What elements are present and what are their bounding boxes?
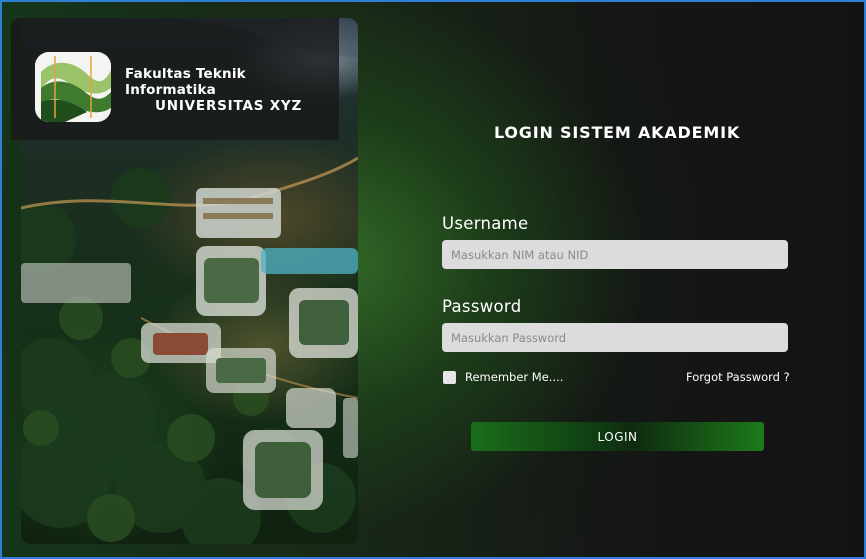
password-label: Password — [442, 297, 522, 316]
remember-label: Remember Me.... — [465, 370, 564, 384]
university-name: UNIVERSITAS XYZ — [155, 98, 303, 114]
brand-header: Fakultas Teknik Informatika UNIVERSITAS … — [11, 18, 339, 140]
login-title: LOGIN SISTEM AKADEMIK — [493, 123, 741, 142]
username-label: Username — [442, 214, 529, 233]
remember-checkbox[interactable] — [443, 370, 456, 384]
faculty-name: Fakultas Teknik Informatika — [125, 66, 246, 98]
login-page: Fakultas Teknik Informatika UNIVERSITAS … — [0, 0, 866, 559]
username-input[interactable] — [442, 240, 788, 269]
forgot-password-link[interactable]: Forgot Password ? — [686, 370, 790, 384]
login-button[interactable]: LOGIN — [471, 422, 764, 451]
password-input[interactable] — [442, 323, 788, 352]
university-logo-icon — [35, 52, 111, 122]
remember-me[interactable]: Remember Me.... — [443, 370, 563, 384]
